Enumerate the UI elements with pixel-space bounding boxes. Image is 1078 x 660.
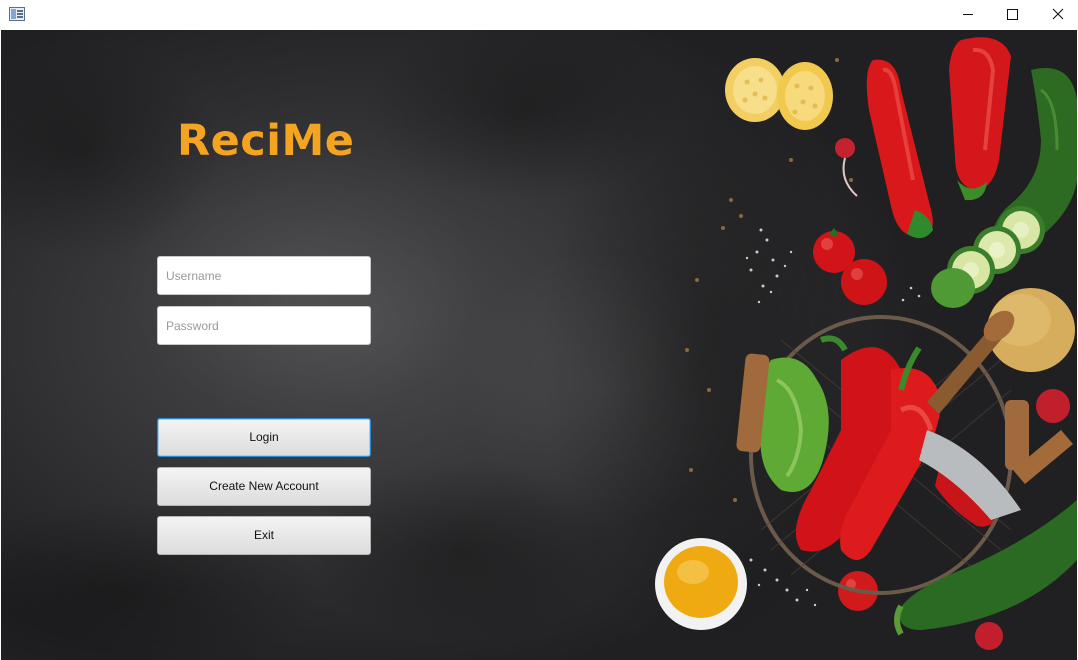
login-button[interactable]: Login <box>157 418 371 457</box>
maximize-button[interactable] <box>990 0 1036 30</box>
username-input[interactable] <box>157 256 371 295</box>
password-input[interactable] <box>157 306 371 345</box>
title-bar <box>0 0 1078 30</box>
maximize-icon <box>1007 9 1018 20</box>
close-icon <box>1052 8 1064 20</box>
minimize-button[interactable] <box>944 0 990 30</box>
create-account-button[interactable]: Create New Account <box>157 467 371 506</box>
vegetables-image <box>655 37 1077 650</box>
app-logo: ReciMe <box>177 116 355 166</box>
close-button[interactable] <box>1035 0 1078 30</box>
login-window: ReciMe Login Create New Account Exit <box>1 30 1077 660</box>
app-window-icon <box>9 7 25 21</box>
exit-button[interactable]: Exit <box>157 516 371 555</box>
minimize-icon <box>963 14 973 15</box>
